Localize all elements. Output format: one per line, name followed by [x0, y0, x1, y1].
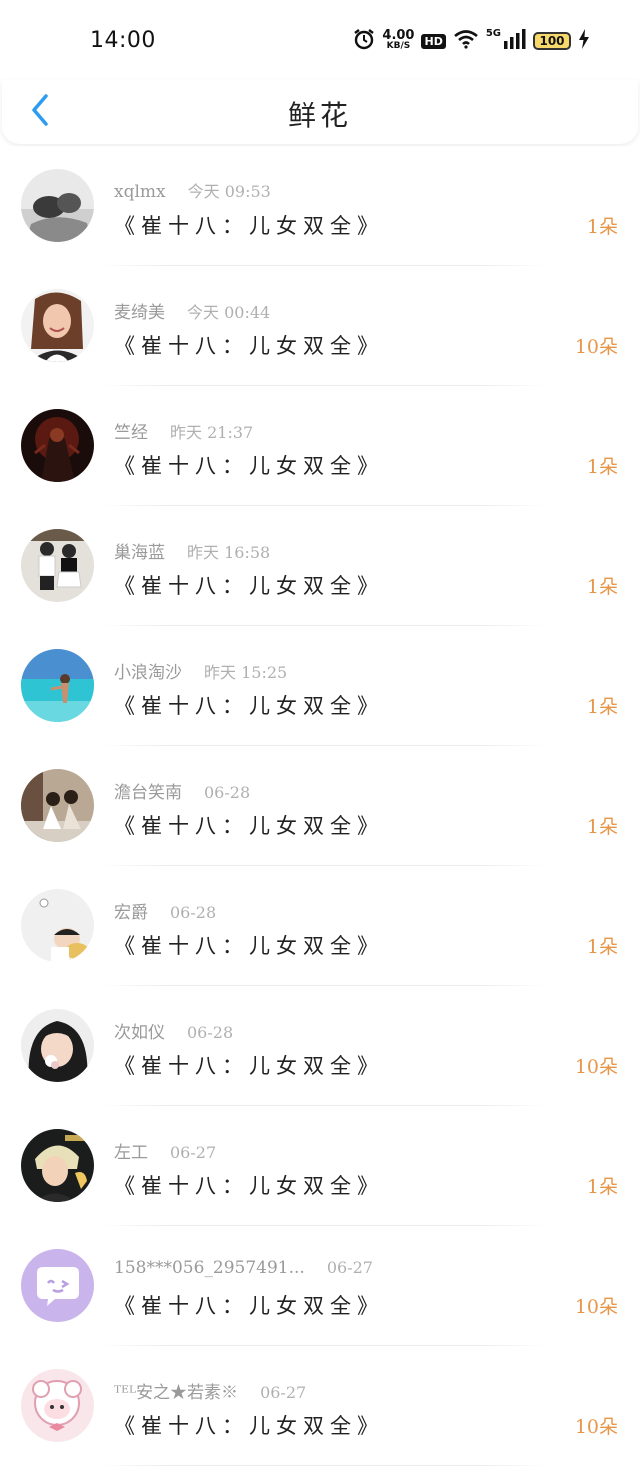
user-name: 次如仪 — [114, 1023, 165, 1043]
avatar[interactable] — [21, 1249, 94, 1322]
flower-count: 1朵 — [586, 576, 618, 598]
book-title: 《崔十八：儿女双全》 — [114, 214, 384, 238]
list-item[interactable]: 次如仪 06-28 《崔十八：儿女双全》 10朵 — [0, 986, 640, 1106]
flower-count: 1朵 — [586, 816, 618, 838]
user-name: 小浪淘沙 — [114, 663, 182, 683]
flower-gift-list: xqlmx 今天 09:53 《崔十八：儿女双全》 1朵 麦绮美 今天 00:44 … — [0, 146, 640, 1466]
nav-header: 鲜花 — [2, 80, 638, 144]
gift-time: 06-28 — [204, 783, 251, 802]
list-item[interactable]: 宏爵 06-28 《崔十八：儿女双全》 1朵 — [0, 866, 640, 986]
user-name: 左工 — [114, 1143, 148, 1163]
user-name: 宏爵 — [114, 903, 148, 923]
flower-count: 10朵 — [574, 336, 618, 358]
user-name: 巢海蓝 — [114, 543, 165, 563]
alarm-icon — [353, 28, 375, 54]
user-name: 158***056_2957491... — [114, 1258, 305, 1278]
flower-count: 1朵 — [586, 216, 618, 238]
book-title: 《崔十八：儿女双全》 — [114, 1174, 384, 1198]
network-type: 5G — [485, 28, 501, 39]
status-bar: 14:00 4.00 KB/S HD 5G 100 — [0, 0, 640, 80]
user-name: ᵀᴱᴸ安之★若素※ — [114, 1383, 239, 1403]
avatar[interactable] — [21, 289, 94, 362]
avatar[interactable] — [21, 1009, 94, 1082]
hd-badge: HD — [421, 33, 446, 49]
list-item[interactable]: xqlmx 今天 09:53 《崔十八：儿女双全》 1朵 — [0, 146, 640, 266]
list-item[interactable]: 小浪淘沙 昨天 15:25 《崔十八：儿女双全》 1朵 — [0, 626, 640, 746]
avatar[interactable] — [21, 1129, 94, 1202]
gift-time: 昨天 15:25 — [204, 663, 288, 682]
avatar[interactable] — [21, 889, 94, 962]
list-item[interactable]: 巢海蓝 昨天 16:58 《崔十八：儿女双全》 1朵 — [0, 506, 640, 626]
list-item[interactable]: 竺经 昨天 21:37 《崔十八：儿女双全》 1朵 — [0, 386, 640, 506]
book-title: 《崔十八：儿女双全》 — [114, 454, 384, 478]
gift-time: 06-27 — [260, 1383, 307, 1402]
gift-time: 昨天 21:37 — [170, 423, 254, 442]
user-name: xqlmx — [114, 182, 166, 202]
flower-count: 1朵 — [586, 456, 618, 478]
status-time: 14:00 — [90, 28, 156, 53]
avatar[interactable] — [21, 409, 94, 482]
book-title: 《崔十八：儿女双全》 — [114, 934, 384, 958]
gift-time: 06-27 — [326, 1258, 373, 1277]
list-item[interactable]: ᵀᴱᴸ安之★若素※ 06-27 《崔十八：儿女双全》 10朵 — [0, 1346, 640, 1466]
avatar[interactable] — [21, 529, 94, 602]
charging-icon — [578, 29, 590, 53]
avatar[interactable] — [21, 769, 94, 842]
gift-time: 06-27 — [170, 1143, 217, 1162]
battery-indicator: 100 — [533, 32, 571, 50]
page-title: 鲜花 — [287, 99, 352, 132]
book-title: 《崔十八：儿女双全》 — [114, 334, 384, 358]
gift-time: 今天 09:53 — [187, 182, 271, 201]
flower-count: 10朵 — [574, 1416, 618, 1438]
book-title: 《崔十八：儿女双全》 — [114, 574, 384, 598]
flower-count: 10朵 — [574, 1296, 618, 1318]
gift-time: 06-28 — [170, 903, 217, 922]
wifi-icon — [453, 29, 479, 53]
book-title: 《崔十八：儿女双全》 — [114, 1414, 384, 1438]
book-title: 《崔十八：儿女双全》 — [114, 1054, 384, 1078]
status-icons: 4.00 KB/S HD 5G 100 — [353, 28, 590, 54]
gift-time: 今天 00:44 — [187, 303, 271, 322]
flower-count: 1朵 — [586, 1176, 618, 1198]
list-item[interactable]: 158***056_2957491... 06-27 《崔十八：儿女双全》 10朵 — [0, 1226, 640, 1346]
divider — [98, 1465, 550, 1466]
list-item[interactable]: 左工 06-27 《崔十八：儿女双全》 1朵 — [0, 1106, 640, 1226]
flower-count: 1朵 — [586, 696, 618, 718]
signal-icon — [504, 29, 526, 53]
avatar[interactable] — [21, 1369, 94, 1442]
user-name: 澹台笑南 — [114, 783, 182, 803]
gift-time: 06-28 — [187, 1023, 234, 1042]
list-item[interactable]: 澹台笑南 06-28 《崔十八：儿女双全》 1朵 — [0, 746, 640, 866]
book-title: 《崔十八：儿女双全》 — [114, 694, 384, 718]
book-title: 《崔十八：儿女双全》 — [114, 814, 384, 838]
gift-time: 昨天 16:58 — [187, 543, 271, 562]
list-item[interactable]: 麦绮美 今天 00:44 《崔十八：儿女双全》 10朵 — [0, 266, 640, 386]
flower-count: 1朵 — [586, 936, 618, 958]
user-name: 麦绮美 — [114, 303, 165, 323]
user-name: 竺经 — [114, 423, 148, 443]
avatar[interactable] — [21, 169, 94, 242]
flower-count: 10朵 — [574, 1056, 618, 1078]
book-title: 《崔十八：儿女双全》 — [114, 1294, 384, 1318]
avatar[interactable] — [21, 649, 94, 722]
network-speed: 4.00 KB/S — [382, 28, 415, 51]
